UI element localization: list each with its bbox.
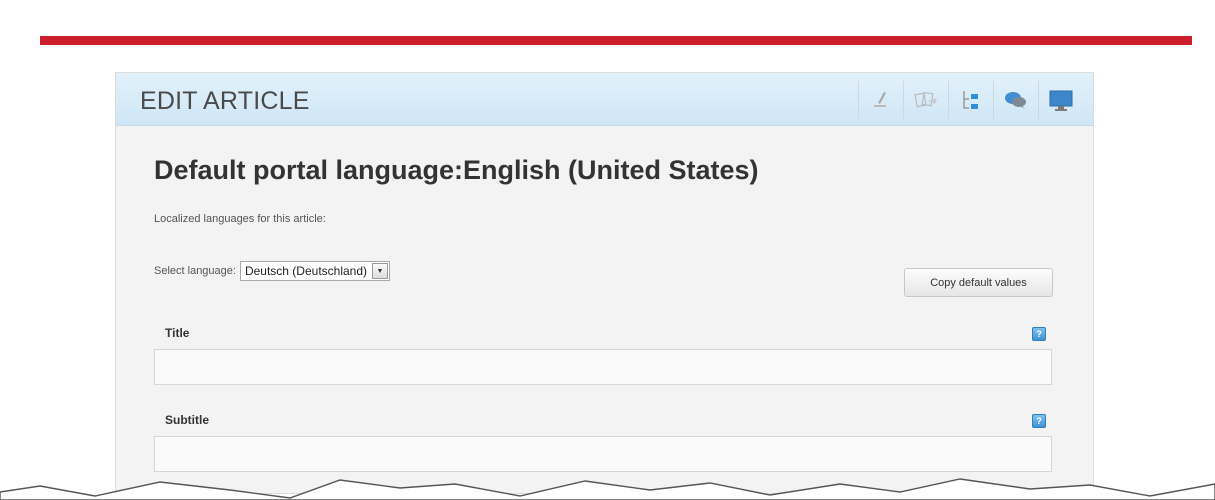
top-accent-bar [40, 36, 1192, 45]
edit-tool-button[interactable] [858, 81, 903, 119]
localized-languages-label: Localized languages for this article: [154, 213, 326, 225]
structure-tool-button[interactable] [948, 81, 993, 119]
select-language-label: Select language: [154, 265, 236, 277]
copy-default-values-button[interactable]: Copy default values [904, 268, 1053, 297]
title-input[interactable] [154, 349, 1052, 385]
subtitle-field-label: Subtitle [165, 413, 209, 427]
toolbar [858, 81, 1083, 119]
monitor-icon [1047, 88, 1075, 112]
default-language-heading: Default portal language:English (United … [154, 155, 759, 185]
help-icon[interactable]: ? [1032, 327, 1046, 341]
comments-tool-button[interactable] [993, 81, 1038, 119]
title-field-label: Title [165, 326, 190, 340]
comments-icon [1003, 89, 1029, 111]
page-title: EDIT ARTICLE [140, 87, 310, 115]
edit-article-panel: EDIT ARTICLE Default portal language:Eng… [115, 72, 1094, 494]
preview-tool-button[interactable] [1038, 81, 1083, 119]
panel-header: EDIT ARTICLE [116, 73, 1093, 126]
pencil-icon [870, 89, 892, 111]
language-select[interactable]: Deutsch (Deutschland) ▼ [239, 261, 391, 281]
torn-edge [0, 478, 1215, 500]
tree-icon [960, 88, 982, 112]
help-icon[interactable]: ? [1032, 414, 1046, 428]
translate-tool-button[interactable] [903, 81, 948, 119]
language-select-row: Select language: Deutsch (Deutschland) ▼ [154, 261, 391, 281]
language-select-value: Deutsch (Deutschland) [244, 264, 368, 278]
chevron-down-icon[interactable]: ▼ [372, 263, 389, 279]
translate-icon [913, 89, 939, 111]
